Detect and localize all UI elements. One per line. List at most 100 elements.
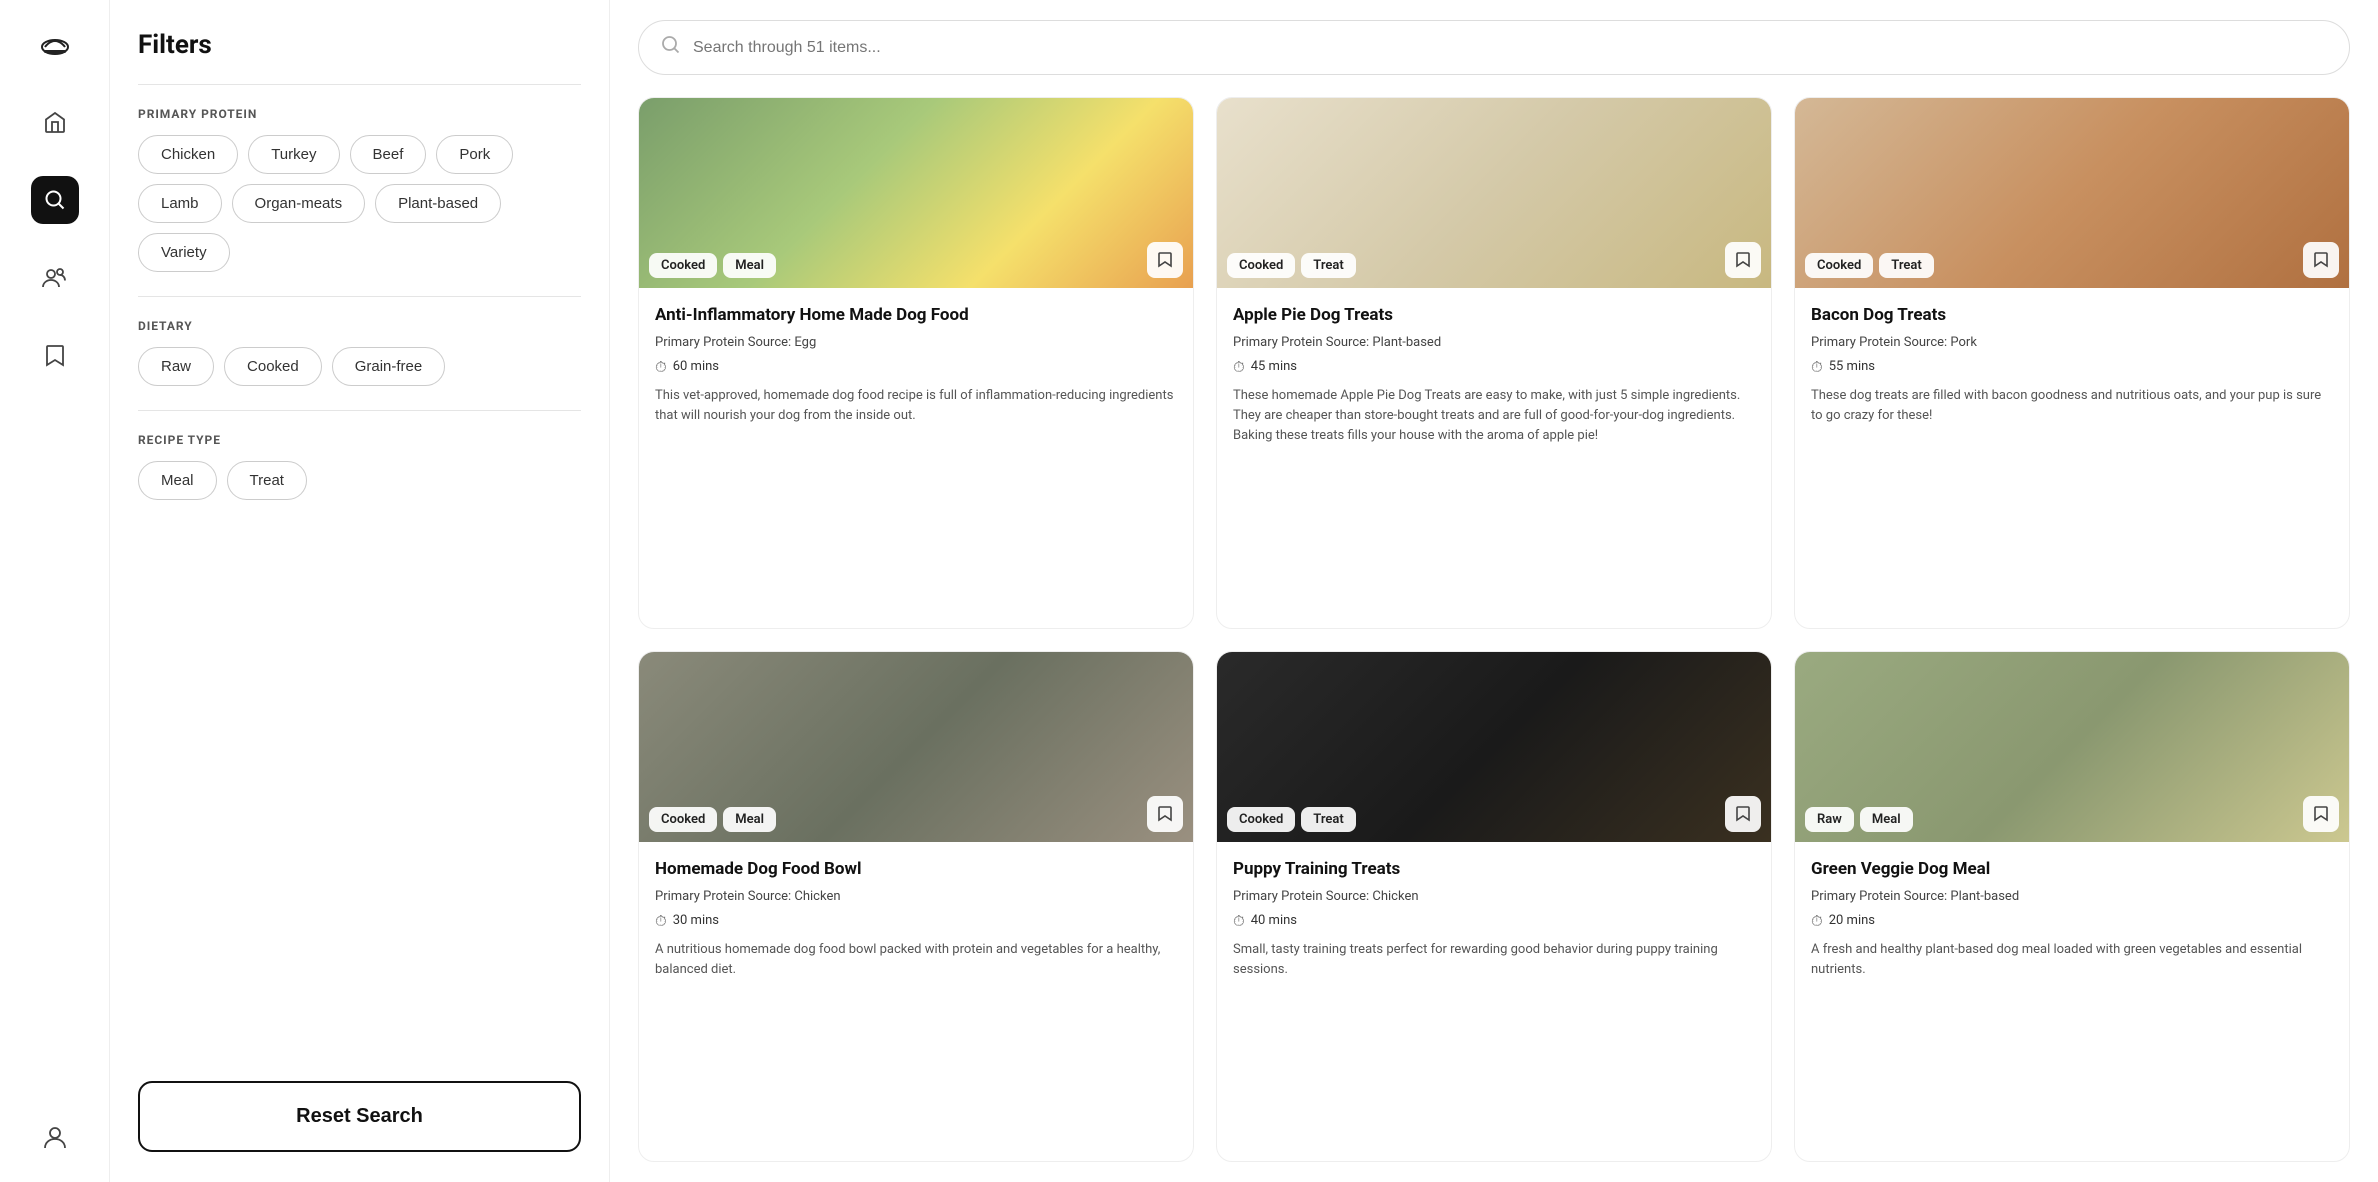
recipe-tags-5: Raw Meal bbox=[1805, 807, 1913, 832]
sidebar bbox=[0, 0, 110, 1182]
recipe-info-3: Homemade Dog Food Bowl Primary Protein S… bbox=[639, 842, 1193, 998]
recipe-time-4: ⏱ 40 mins bbox=[1233, 912, 1755, 930]
chip-organ-meats[interactable]: Organ-meats bbox=[232, 184, 366, 223]
tag-cooked-1: Cooked bbox=[1227, 253, 1295, 278]
recipe-info-4: Puppy Training Treats Primary Protein So… bbox=[1217, 842, 1771, 998]
clock-icon-1: ⏱ bbox=[1233, 358, 1245, 376]
tag-treat-4: Treat bbox=[1301, 807, 1355, 832]
group-icon[interactable] bbox=[31, 254, 79, 302]
recipe-protein-4: Primary Protein Source: Chicken bbox=[1233, 889, 1755, 904]
tag-meal-5: Meal bbox=[1860, 807, 1913, 832]
bookmark-4[interactable] bbox=[1725, 796, 1761, 832]
recipe-protein-3: Primary Protein Source: Chicken bbox=[655, 889, 1177, 904]
reset-search-container: Reset Search bbox=[138, 1051, 581, 1152]
recipe-time-text-1: 45 mins bbox=[1251, 359, 1297, 374]
tag-raw-5: Raw bbox=[1805, 807, 1854, 832]
recipe-image-1: Cooked Treat bbox=[1217, 98, 1771, 288]
recipe-time-text-2: 55 mins bbox=[1829, 359, 1875, 374]
recipe-info-1: Apple Pie Dog Treats Primary Protein Sou… bbox=[1217, 288, 1771, 464]
chip-variety[interactable]: Variety bbox=[138, 233, 230, 272]
chip-turkey[interactable]: Turkey bbox=[248, 135, 339, 174]
recipe-card-0[interactable]: Cooked Meal Anti-Inflammatory Home Made … bbox=[638, 97, 1194, 629]
bookmark-0[interactable] bbox=[1147, 242, 1183, 278]
search-input[interactable] bbox=[693, 39, 2327, 57]
recipe-title-0: Anti-Inflammatory Home Made Dog Food bbox=[655, 304, 1177, 327]
recipe-card-5[interactable]: Raw Meal Green Veggie Dog Meal Primary P… bbox=[1794, 651, 2350, 1162]
recipe-type-chips: Meal Treat bbox=[138, 461, 581, 500]
tag-cooked-2: Cooked bbox=[1805, 253, 1873, 278]
main-content: Cooked Meal Anti-Inflammatory Home Made … bbox=[610, 0, 2378, 1182]
chip-chicken[interactable]: Chicken bbox=[138, 135, 238, 174]
chip-raw[interactable]: Raw bbox=[138, 347, 214, 386]
chip-cooked[interactable]: Cooked bbox=[224, 347, 322, 386]
recipe-desc-5: A fresh and healthy plant-based dog meal… bbox=[1811, 940, 2333, 980]
primary-protein-label: PRIMARY PROTEIN bbox=[138, 107, 581, 121]
home-icon[interactable] bbox=[31, 98, 79, 146]
recipe-image-2: Cooked Treat bbox=[1795, 98, 2349, 288]
recipe-desc-0: This vet-approved, homemade dog food rec… bbox=[655, 386, 1177, 426]
search-bar bbox=[638, 20, 2350, 75]
recipe-desc-2: These dog treats are filled with bacon g… bbox=[1811, 386, 2333, 426]
bookmark-nav-icon[interactable] bbox=[31, 332, 79, 380]
recipe-desc-4: Small, tasty training treats perfect for… bbox=[1233, 940, 1755, 980]
chip-beef[interactable]: Beef bbox=[350, 135, 427, 174]
recipe-image-4: Cooked Treat bbox=[1217, 652, 1771, 842]
recipe-tags-3: Cooked Meal bbox=[649, 807, 776, 832]
recipe-tags-4: Cooked Treat bbox=[1227, 807, 1356, 832]
clock-icon-5: ⏱ bbox=[1811, 912, 1823, 930]
bowl-icon[interactable] bbox=[31, 20, 79, 68]
clock-icon-3: ⏱ bbox=[655, 912, 667, 930]
recipe-tags-2: Cooked Treat bbox=[1805, 253, 1934, 278]
bookmark-3[interactable] bbox=[1147, 796, 1183, 832]
recipe-title-3: Homemade Dog Food Bowl bbox=[655, 858, 1177, 881]
recipe-card-4[interactable]: Cooked Treat Puppy Training Treats Prima… bbox=[1216, 651, 1772, 1162]
recipe-info-2: Bacon Dog Treats Primary Protein Source:… bbox=[1795, 288, 2349, 444]
recipe-image-0: Cooked Meal bbox=[639, 98, 1193, 288]
bookmark-2[interactable] bbox=[2303, 242, 2339, 278]
recipe-info-5: Green Veggie Dog Meal Primary Protein So… bbox=[1795, 842, 2349, 998]
tag-treat-2: Treat bbox=[1879, 253, 1933, 278]
primary-protein-chips: Chicken Turkey Beef Pork Lamb Organ-meat… bbox=[138, 135, 581, 272]
recipe-card-1[interactable]: Cooked Treat Apple Pie Dog Treats Primar… bbox=[1216, 97, 1772, 629]
chip-treat[interactable]: Treat bbox=[227, 461, 307, 500]
chip-pork[interactable]: Pork bbox=[436, 135, 513, 174]
bookmark-1[interactable] bbox=[1725, 242, 1761, 278]
filters-title: Filters bbox=[138, 30, 581, 60]
recipe-time-3: ⏱ 30 mins bbox=[655, 912, 1177, 930]
recipe-image-3: Cooked Meal bbox=[639, 652, 1193, 842]
recipe-title-1: Apple Pie Dog Treats bbox=[1233, 304, 1755, 327]
chip-grain-free[interactable]: Grain-free bbox=[332, 347, 446, 386]
tag-treat-1: Treat bbox=[1301, 253, 1355, 278]
chip-plant-based[interactable]: Plant-based bbox=[375, 184, 501, 223]
recipe-tags-1: Cooked Treat bbox=[1227, 253, 1356, 278]
clock-icon-0: ⏱ bbox=[655, 358, 667, 376]
tag-meal-3: Meal bbox=[723, 807, 776, 832]
bookmark-5[interactable] bbox=[2303, 796, 2339, 832]
recipe-protein-1: Primary Protein Source: Plant-based bbox=[1233, 335, 1755, 350]
dietary-chips: Raw Cooked Grain-free bbox=[138, 347, 581, 386]
recipe-grid: Cooked Meal Anti-Inflammatory Home Made … bbox=[638, 97, 2350, 1162]
recipe-card-2[interactable]: Cooked Treat Bacon Dog Treats Primary Pr… bbox=[1794, 97, 2350, 629]
tag-meal-0: Meal bbox=[723, 253, 776, 278]
profile-icon[interactable] bbox=[31, 1114, 79, 1162]
recipe-protein-5: Primary Protein Source: Plant-based bbox=[1811, 889, 2333, 904]
reset-search-button[interactable]: Reset Search bbox=[138, 1081, 581, 1152]
recipe-type-label: RECIPE TYPE bbox=[138, 433, 581, 447]
dietary-label: DIETARY bbox=[138, 319, 581, 333]
recipe-protein-2: Primary Protein Source: Pork bbox=[1811, 335, 2333, 350]
recipe-title-2: Bacon Dog Treats bbox=[1811, 304, 2333, 327]
recipe-tags-0: Cooked Meal bbox=[649, 253, 776, 278]
search-icon-nav[interactable] bbox=[31, 176, 79, 224]
recipe-desc-1: These homemade Apple Pie Dog Treats are … bbox=[1233, 386, 1755, 446]
dietary-section: DIETARY Raw Cooked Grain-free bbox=[138, 319, 581, 410]
recipe-info-0: Anti-Inflammatory Home Made Dog Food Pri… bbox=[639, 288, 1193, 444]
recipe-title-4: Puppy Training Treats bbox=[1233, 858, 1755, 881]
recipe-time-1: ⏱ 45 mins bbox=[1233, 358, 1755, 376]
clock-icon-4: ⏱ bbox=[1233, 912, 1245, 930]
recipe-desc-3: A nutritious homemade dog food bowl pack… bbox=[655, 940, 1177, 980]
recipe-time-5: ⏱ 20 mins bbox=[1811, 912, 2333, 930]
chip-lamb[interactable]: Lamb bbox=[138, 184, 222, 223]
chip-meal[interactable]: Meal bbox=[138, 461, 217, 500]
recipe-time-0: ⏱ 60 mins bbox=[655, 358, 1177, 376]
recipe-card-3[interactable]: Cooked Meal Homemade Dog Food Bowl Prima… bbox=[638, 651, 1194, 1162]
